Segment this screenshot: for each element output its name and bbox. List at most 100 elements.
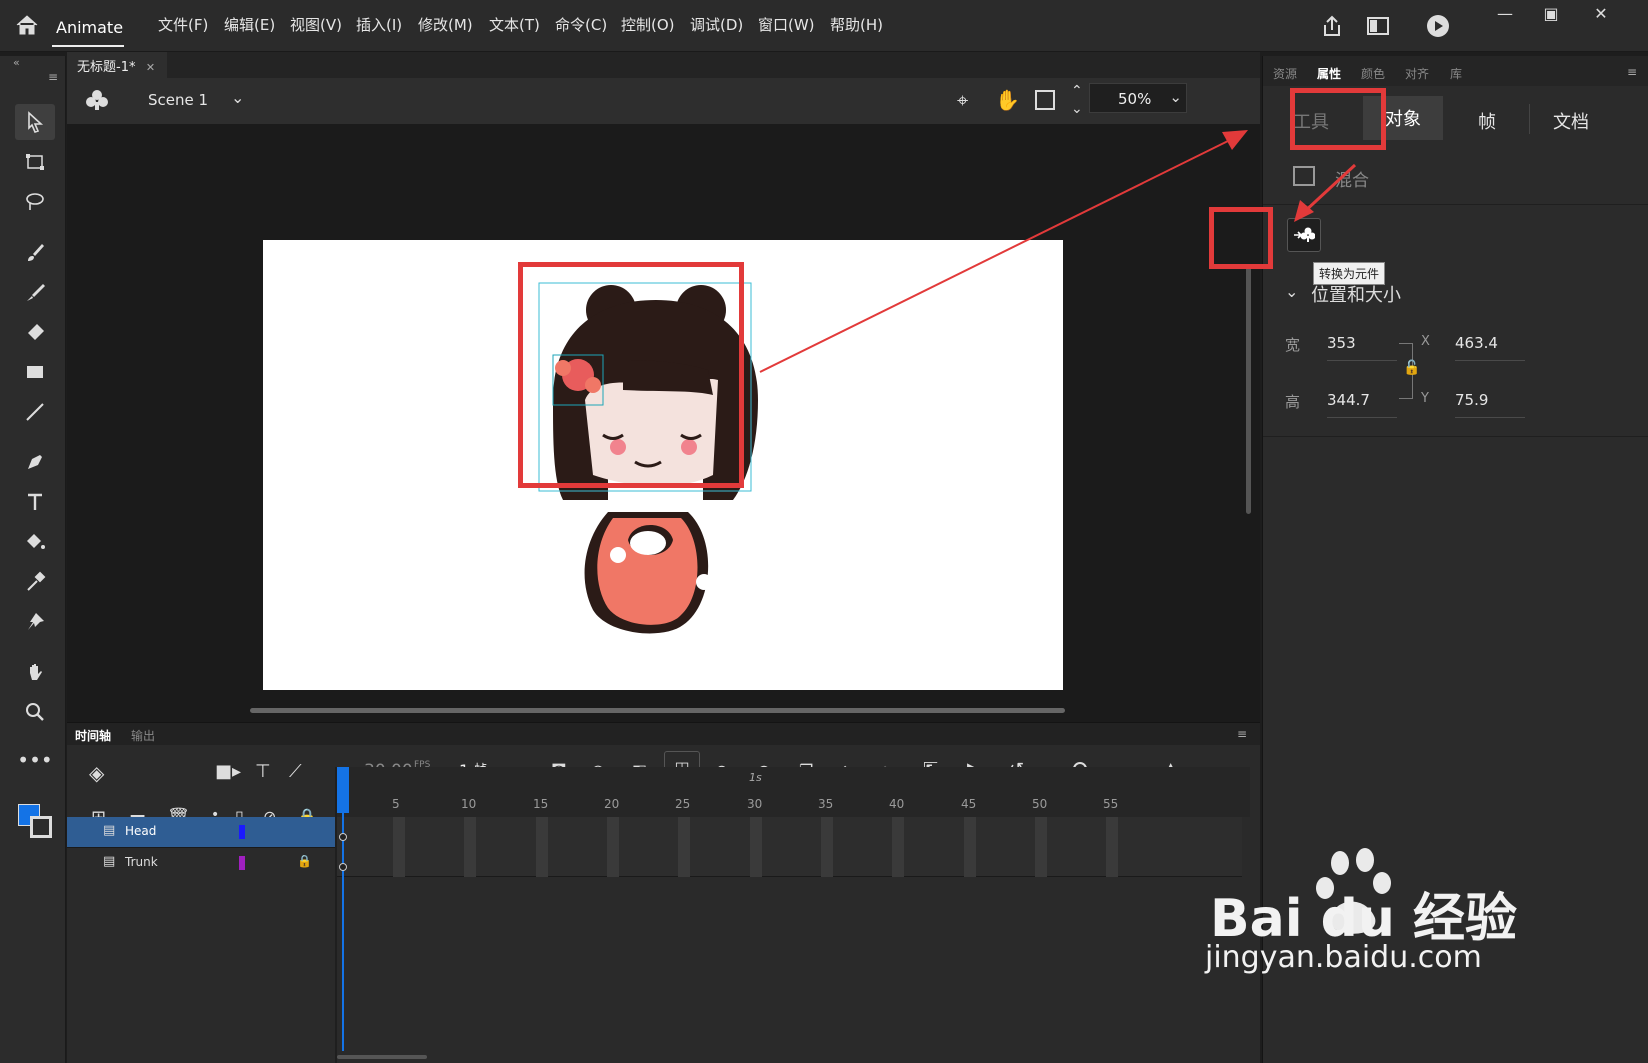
home-icon[interactable] <box>14 12 40 38</box>
panel-menu-icon[interactable]: ≡ <box>48 70 58 84</box>
tab-document[interactable]: 文档 <box>1553 108 1589 134</box>
rotate-stage-icon[interactable]: ✋ <box>995 88 1020 112</box>
symbol-icon[interactable] <box>85 88 109 112</box>
tab-close-icon[interactable]: ✕ <box>146 61 155 74</box>
frame-col-25 <box>678 817 690 877</box>
tab-frame[interactable]: 帧 <box>1478 108 1496 134</box>
x-field[interactable]: 463.4 <box>1455 334 1525 361</box>
menu-commands[interactable]: 命令(C) <box>555 14 607 35</box>
menu-debug[interactable]: 调试(D) <box>690 14 743 35</box>
workspace-icon[interactable] <box>1366 15 1390 37</box>
section-title: 位置和大小 <box>1311 285 1401 306</box>
frame-col-55 <box>1106 817 1118 877</box>
menu-file[interactable]: 文件(F) <box>158 14 208 35</box>
timeline-panel: 时间轴 输出 ≡ ◈ ■▸ ⊤ ⟋ 30.00 FPS 1 帧 ◙ ○ ◧ ◫ … <box>67 722 1260 1063</box>
stage-vscrollbar[interactable] <box>1246 264 1251 514</box>
lock-ratio-icon[interactable]: 🔓 <box>1403 360 1420 376</box>
menu-text[interactable]: 文本(T) <box>489 14 540 35</box>
graph-icon[interactable]: ⟋ <box>289 761 302 782</box>
layer-name[interactable]: Trunk <box>125 855 158 869</box>
panel-tab-library[interactable]: 库 <box>1450 65 1462 82</box>
rectangle-tool-icon[interactable] <box>15 354 55 390</box>
convert-to-symbol-button[interactable] <box>1287 218 1321 252</box>
frame-grid[interactable] <box>337 817 1242 877</box>
panel-tab-properties[interactable]: 属性 <box>1317 65 1341 82</box>
watermark-url: jingyan.baidu.com <box>1205 940 1482 975</box>
share-icon[interactable] <box>1320 14 1344 38</box>
layer-row-trunk[interactable]: ▤ Trunk 🔒 <box>67 847 347 877</box>
height-label: 高 <box>1285 393 1301 411</box>
width-field[interactable]: 353 <box>1327 334 1397 361</box>
paint-bucket-tool-icon[interactable] <box>15 524 55 560</box>
stroke-color-swatch[interactable] <box>30 816 52 838</box>
frame-num: 25 <box>675 797 691 811</box>
minimize-icon[interactable]: — <box>1482 0 1528 26</box>
height-field[interactable]: 344.7 <box>1327 391 1397 418</box>
menu-help[interactable]: 帮助(H) <box>830 14 883 35</box>
playhead[interactable] <box>337 767 349 813</box>
doc-tab[interactable]: 无标题-1* ✕ <box>67 52 167 78</box>
line-tool-icon[interactable] <box>15 394 55 430</box>
stage-hscrollbar[interactable] <box>250 708 1065 713</box>
menu-view[interactable]: 视图(V) <box>290 14 342 35</box>
tab-timeline[interactable]: 时间轴 <box>75 727 111 744</box>
menu-insert[interactable]: 插入(I) <box>356 14 402 35</box>
menu-control[interactable]: 控制(O) <box>621 14 675 35</box>
menu-modify[interactable]: 修改(M) <box>418 14 473 35</box>
pin-tool-icon[interactable] <box>15 604 55 640</box>
layer-color-swatch[interactable] <box>239 825 245 839</box>
layer-parenting-icon[interactable]: ⊤ <box>255 761 271 782</box>
keyframe-dot[interactable] <box>339 833 347 841</box>
layer-color-swatch[interactable] <box>239 856 245 870</box>
layer-lock-icon[interactable]: 🔒 <box>297 854 312 868</box>
tab-output[interactable]: 输出 <box>131 727 155 744</box>
y-field[interactable]: 75.9 <box>1455 391 1525 418</box>
panel-tab-color[interactable]: 颜色 <box>1361 65 1385 82</box>
scene-dropdown-icon[interactable]: ⌄ <box>231 88 244 107</box>
collapse-icon[interactable]: « <box>13 56 20 69</box>
convert-symbol-icon <box>1294 227 1315 242</box>
frame-num: 40 <box>889 797 905 811</box>
doc-tab-title: 无标题-1* <box>77 60 136 75</box>
timeline-hscrollbar[interactable] <box>337 1055 427 1059</box>
center-stage-icon[interactable]: ⌖ <box>957 88 968 112</box>
restore-icon[interactable]: ▣ <box>1528 0 1574 26</box>
test-movie-icon[interactable] <box>1426 14 1450 38</box>
layer-name[interactable]: Head <box>125 824 156 838</box>
zoom-tool-icon[interactable] <box>15 694 55 730</box>
frame-num: 50 <box>1032 797 1048 811</box>
more-tools-icon[interactable]: ••• <box>15 742 55 778</box>
frame-col-20 <box>607 817 619 877</box>
head-selection-highlight <box>518 262 744 488</box>
camera-icon[interactable]: ■▸ <box>215 761 241 782</box>
panel-tab-assets[interactable]: 资源 <box>1273 65 1297 82</box>
scene-name[interactable]: Scene 1 <box>148 91 208 109</box>
section-chevron-icon[interactable]: ⌄ <box>1285 282 1298 301</box>
eraser-tool-icon[interactable] <box>15 314 55 350</box>
eyedropper-tool-icon[interactable] <box>15 564 55 600</box>
text-tool-icon[interactable] <box>15 484 55 520</box>
pen-tool-icon[interactable] <box>15 444 55 480</box>
paint-brush-tool-icon[interactable] <box>15 234 55 270</box>
panel-menu-icon[interactable]: ≡ <box>1627 65 1637 79</box>
lasso-tool-icon[interactable] <box>15 184 55 220</box>
zoom-dropdown-icon[interactable]: ⌄ <box>1169 88 1182 106</box>
clip-content-icon[interactable] <box>1035 90 1055 110</box>
panel-tab-align[interactable]: 对齐 <box>1405 65 1429 82</box>
close-icon[interactable]: ✕ <box>1578 0 1624 26</box>
hand-tool-icon[interactable] <box>15 654 55 690</box>
frame-num: 55 <box>1103 797 1119 811</box>
zoom-stepper-icon[interactable]: ⌃ ⌄ <box>1071 82 1083 118</box>
free-transform-tool-icon[interactable] <box>15 144 55 180</box>
brush-tool-icon[interactable] <box>15 274 55 310</box>
layers-icon[interactable]: ◈ <box>89 761 104 785</box>
menu-edit[interactable]: 编辑(E) <box>224 14 275 35</box>
menu-window[interactable]: 窗口(W) <box>758 14 815 35</box>
playhead-line <box>342 811 344 1051</box>
zoom-field[interactable]: 50% ⌄ <box>1089 83 1187 113</box>
layer-row-head[interactable]: ▤ Head <box>67 817 347 847</box>
frame-col-45 <box>964 817 976 877</box>
frame-num: 10 <box>461 797 477 811</box>
selection-tool-icon[interactable] <box>15 104 55 140</box>
keyframe-dot[interactable] <box>339 863 347 871</box>
